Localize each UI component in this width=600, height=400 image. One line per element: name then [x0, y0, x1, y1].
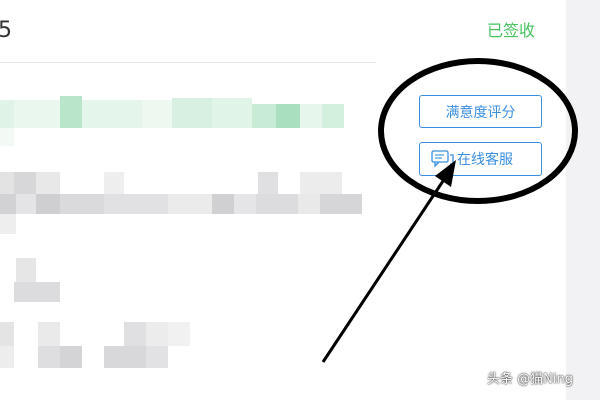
satisfaction-rating-button[interactable]: 满意度评分 — [419, 95, 542, 128]
blur-block — [16, 194, 36, 214]
blur-block — [38, 322, 60, 346]
blur-block — [0, 128, 14, 146]
blur-block — [0, 100, 14, 128]
blur-block — [38, 346, 60, 368]
blur-block — [142, 100, 172, 128]
blur-block — [104, 346, 146, 368]
blur-block — [258, 172, 278, 194]
blur-block — [124, 322, 146, 346]
blur-block — [60, 96, 82, 128]
blur-block — [14, 100, 60, 128]
satisfaction-rating-label: 满意度评分 — [445, 103, 516, 120]
blur-block — [300, 172, 342, 194]
blur-block — [104, 194, 168, 214]
chat-bubble-icon — [431, 150, 455, 168]
blur-block — [252, 104, 276, 128]
blur-block — [320, 194, 362, 214]
online-service-button[interactable]: 在线客服 — [419, 142, 542, 176]
online-service-label: 在线客服 — [457, 151, 513, 167]
blur-block — [146, 322, 168, 346]
blur-block — [60, 346, 82, 368]
blur-block — [300, 104, 322, 128]
blur-block — [36, 194, 60, 214]
right-side-panel — [566, 0, 600, 400]
blur-block — [276, 104, 300, 128]
blur-block — [322, 104, 344, 128]
blur-block — [0, 346, 14, 368]
blur-block — [0, 214, 16, 234]
blur-block — [82, 100, 142, 128]
blur-block — [256, 194, 298, 214]
delivery-status: 已签收 — [487, 21, 536, 40]
blur-block — [146, 346, 168, 368]
blur-block — [36, 172, 60, 194]
blurred-order-details — [0, 0, 380, 400]
blur-block — [168, 194, 212, 214]
watermark: 头条 @猫Ning — [487, 372, 573, 387]
blur-block — [234, 194, 256, 214]
blur-block — [172, 98, 212, 128]
blur-block — [212, 98, 252, 128]
blur-block — [298, 194, 320, 214]
blur-block — [0, 194, 16, 214]
blur-block — [14, 172, 36, 194]
blur-block — [14, 282, 60, 302]
blur-block — [212, 194, 234, 214]
annotation-circle — [378, 58, 578, 204]
blur-block — [0, 172, 14, 194]
blur-block — [168, 322, 190, 346]
blur-block — [104, 172, 124, 194]
blur-block — [0, 322, 14, 346]
blur-block — [16, 258, 36, 282]
blur-block — [60, 194, 104, 214]
